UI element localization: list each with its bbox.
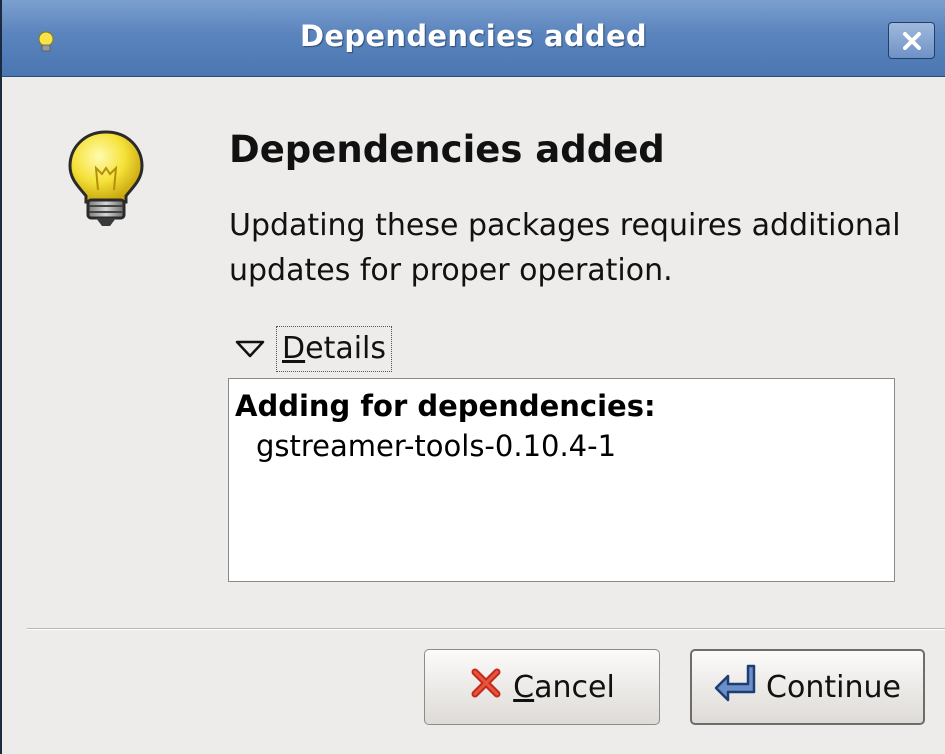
window-title: Dependencies added (300, 19, 647, 53)
details-expander-label: Details (276, 326, 393, 372)
details-expander[interactable]: Details (234, 324, 393, 374)
dialog-heading: Dependencies added (229, 128, 665, 171)
details-header: Adding for dependencies: (235, 389, 656, 423)
dialog-message: Updating these packages requires additio… (229, 208, 901, 288)
lightbulb-icon (64, 128, 148, 230)
cancel-mnemonic: C (513, 669, 535, 705)
details-textview[interactable]: Adding for dependencies: gstreamer-tools… (228, 378, 895, 582)
continue-arrow-icon (714, 664, 756, 710)
expander-arrow-down-icon (235, 340, 265, 358)
cancel-button[interactable]: Cancel (424, 649, 660, 725)
cancel-label-rest: ancel (534, 669, 615, 705)
button-separator (27, 628, 945, 630)
cancel-x-icon (469, 666, 503, 708)
close-icon (902, 31, 921, 50)
details-list-item: gstreamer-tools-0.10.4-1 (256, 429, 617, 463)
close-button[interactable] (888, 22, 935, 59)
details-label-rest: etails (305, 331, 387, 366)
continue-label: Continue (766, 669, 901, 705)
dialog-window: Dependencies added Dependencies added Up… (0, 0, 945, 754)
cancel-label: Cancel (513, 670, 615, 705)
continue-button[interactable]: Continue (690, 649, 925, 725)
title-bar[interactable]: Dependencies added (2, 0, 945, 77)
details-mnemonic: D (282, 331, 306, 366)
